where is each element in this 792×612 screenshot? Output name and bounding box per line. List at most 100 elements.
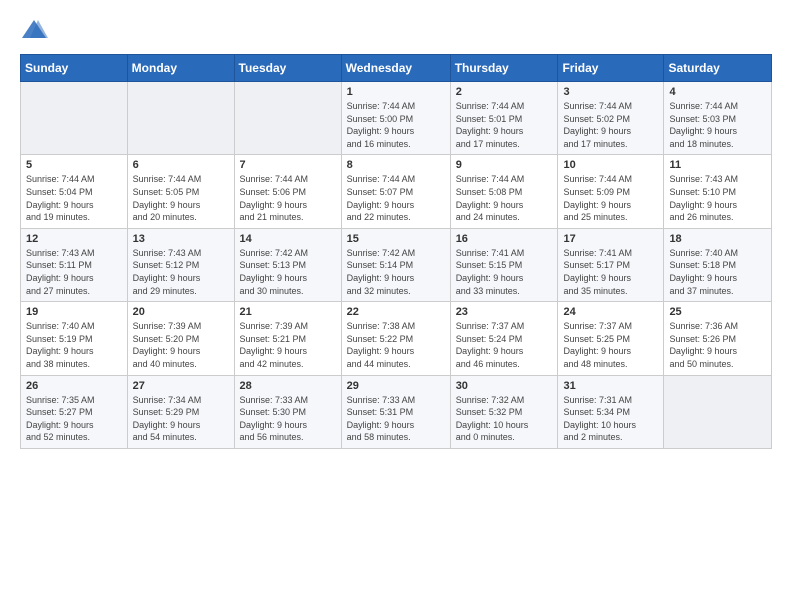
day-number: 23 — [456, 306, 553, 318]
day-number: 8 — [347, 159, 445, 171]
day-number: 13 — [133, 233, 229, 245]
day-number: 14 — [240, 233, 336, 245]
day-info: Sunrise: 7:43 AMSunset: 5:10 PMDaylight:… — [669, 173, 766, 223]
day-info: Sunrise: 7:44 AMSunset: 5:00 PMDaylight:… — [347, 100, 445, 150]
calendar-cell: 5 Sunrise: 7:44 AMSunset: 5:04 PMDaylight… — [21, 155, 128, 228]
day-info: Sunrise: 7:31 AMSunset: 5:34 PMDaylight:… — [563, 394, 658, 444]
day-number: 6 — [133, 159, 229, 171]
day-info: Sunrise: 7:34 AMSunset: 5:29 PMDaylight:… — [133, 394, 229, 444]
calendar-week-row: 5 Sunrise: 7:44 AMSunset: 5:04 PMDaylight… — [21, 155, 772, 228]
day-info: Sunrise: 7:36 AMSunset: 5:26 PMDaylight:… — [669, 320, 766, 370]
day-info: Sunrise: 7:38 AMSunset: 5:22 PMDaylight:… — [347, 320, 445, 370]
day-number: 5 — [26, 159, 122, 171]
calendar-cell: 4Sunrise: 7:44 AMSunset: 5:03 PMDaylight… — [664, 82, 772, 155]
day-number: 11 — [669, 159, 766, 171]
day-number: 16 — [456, 233, 553, 245]
calendar-header-wednesday: Wednesday — [341, 55, 450, 82]
calendar-header-saturday: Saturday — [664, 55, 772, 82]
day-number: 17 — [563, 233, 658, 245]
day-info: Sunrise: 7:42 AMSunset: 5:14 PMDaylight:… — [347, 247, 445, 297]
day-info: Sunrise: 7:37 AMSunset: 5:25 PMDaylight:… — [563, 320, 658, 370]
calendar-cell — [21, 82, 128, 155]
day-info: Sunrise: 7:44 AMSunset: 5:08 PMDaylight:… — [456, 173, 553, 223]
day-number: 26 — [26, 380, 122, 392]
calendar-cell: 15 Sunrise: 7:42 AMSunset: 5:14 PMDayligh… — [341, 228, 450, 301]
day-number: 10 — [563, 159, 658, 171]
day-number: 15 — [347, 233, 445, 245]
calendar-cell: 10 Sunrise: 7:44 AMSunset: 5:09 PMDayligh… — [558, 155, 664, 228]
calendar-week-row: 26 Sunrise: 7:35 AMSunset: 5:27 PMDayligh… — [21, 375, 772, 448]
day-info: Sunrise: 7:41 AMSunset: 5:15 PMDaylight:… — [456, 247, 553, 297]
day-number: 3 — [563, 86, 658, 98]
calendar-cell: 1 Sunrise: 7:44 AMSunset: 5:00 PMDaylight… — [341, 82, 450, 155]
day-number: 9 — [456, 159, 553, 171]
day-number: 27 — [133, 380, 229, 392]
day-number: 24 — [563, 306, 658, 318]
calendar-cell: 29 Sunrise: 7:33 AMSunset: 5:31 PMDayligh… — [341, 375, 450, 448]
calendar-cell: 11 Sunrise: 7:43 AMSunset: 5:10 PMDayligh… — [664, 155, 772, 228]
calendar-week-row: 19Sunrise: 7:40 AMSunset: 5:19 PMDayligh… — [21, 302, 772, 375]
logo-icon — [20, 16, 48, 44]
day-info: Sunrise: 7:33 AMSunset: 5:30 PMDaylight:… — [240, 394, 336, 444]
day-number: 28 — [240, 380, 336, 392]
day-number: 4 — [669, 86, 766, 98]
day-number: 31 — [563, 380, 658, 392]
calendar-cell — [234, 82, 341, 155]
calendar-cell: 19Sunrise: 7:40 AMSunset: 5:19 PMDayligh… — [21, 302, 128, 375]
calendar-cell: 28 Sunrise: 7:33 AMSunset: 5:30 PMDayligh… — [234, 375, 341, 448]
day-number: 30 — [456, 380, 553, 392]
day-info: Sunrise: 7:44 AMSunset: 5:02 PMDaylight:… — [563, 100, 658, 150]
day-number: 21 — [240, 306, 336, 318]
calendar-cell — [664, 375, 772, 448]
calendar-week-row: 12Sunrise: 7:43 AMSunset: 5:11 PMDayligh… — [21, 228, 772, 301]
calendar-header-thursday: Thursday — [450, 55, 558, 82]
page: SundayMondayTuesdayWednesdayThursdayFrid… — [0, 0, 792, 612]
calendar-cell: 20Sunrise: 7:39 AMSunset: 5:20 PMDayligh… — [127, 302, 234, 375]
calendar-cell: 31 Sunrise: 7:31 AMSunset: 5:34 PMDayligh… — [558, 375, 664, 448]
day-number: 25 — [669, 306, 766, 318]
calendar-header-sunday: Sunday — [21, 55, 128, 82]
day-info: Sunrise: 7:44 AMSunset: 5:05 PMDaylight:… — [133, 173, 229, 223]
calendar-cell: 22 Sunrise: 7:38 AMSunset: 5:22 PMDayligh… — [341, 302, 450, 375]
calendar-cell: 9 Sunrise: 7:44 AMSunset: 5:08 PMDaylight… — [450, 155, 558, 228]
day-info: Sunrise: 7:44 AMSunset: 5:01 PMDaylight:… — [456, 100, 553, 150]
calendar-cell: 18 Sunrise: 7:40 AMSunset: 5:18 PMDayligh… — [664, 228, 772, 301]
calendar-cell: 2 Sunrise: 7:44 AMSunset: 5:01 PMDaylight… — [450, 82, 558, 155]
calendar-cell — [127, 82, 234, 155]
calendar-cell: 21 Sunrise: 7:39 AMSunset: 5:21 PMDayligh… — [234, 302, 341, 375]
calendar-table: SundayMondayTuesdayWednesdayThursdayFrid… — [20, 54, 772, 449]
calendar-header-tuesday: Tuesday — [234, 55, 341, 82]
calendar-cell: 24 Sunrise: 7:37 AMSunset: 5:25 PMDayligh… — [558, 302, 664, 375]
calendar-cell: 30 Sunrise: 7:32 AMSunset: 5:32 PMDayligh… — [450, 375, 558, 448]
calendar-cell: 13 Sunrise: 7:43 AMSunset: 5:12 PMDayligh… — [127, 228, 234, 301]
day-info: Sunrise: 7:44 AMSunset: 5:04 PMDaylight:… — [26, 173, 122, 223]
day-number: 18 — [669, 233, 766, 245]
day-number: 22 — [347, 306, 445, 318]
day-info: Sunrise: 7:32 AMSunset: 5:32 PMDaylight:… — [456, 394, 553, 444]
day-info: Sunrise: 7:35 AMSunset: 5:27 PMDaylight:… — [26, 394, 122, 444]
day-info: Sunrise: 7:40 AMSunset: 5:18 PMDaylight:… — [669, 247, 766, 297]
calendar-cell: 16 Sunrise: 7:41 AMSunset: 5:15 PMDayligh… — [450, 228, 558, 301]
calendar-header-row: SundayMondayTuesdayWednesdayThursdayFrid… — [21, 55, 772, 82]
day-info: Sunrise: 7:44 AMSunset: 5:09 PMDaylight:… — [563, 173, 658, 223]
calendar-cell: 27 Sunrise: 7:34 AMSunset: 5:29 PMDayligh… — [127, 375, 234, 448]
day-number: 2 — [456, 86, 553, 98]
calendar-cell: 23 Sunrise: 7:37 AMSunset: 5:24 PMDayligh… — [450, 302, 558, 375]
day-number: 7 — [240, 159, 336, 171]
calendar-week-row: 1 Sunrise: 7:44 AMSunset: 5:00 PMDaylight… — [21, 82, 772, 155]
day-info: Sunrise: 7:40 AMSunset: 5:19 PMDaylight:… — [26, 320, 122, 370]
day-number: 1 — [347, 86, 445, 98]
day-info: Sunrise: 7:37 AMSunset: 5:24 PMDaylight:… — [456, 320, 553, 370]
day-number: 29 — [347, 380, 445, 392]
day-info: Sunrise: 7:43 AMSunset: 5:12 PMDaylight:… — [133, 247, 229, 297]
day-number: 20 — [133, 306, 229, 318]
calendar-cell: 12Sunrise: 7:43 AMSunset: 5:11 PMDayligh… — [21, 228, 128, 301]
calendar-cell: 3 Sunrise: 7:44 AMSunset: 5:02 PMDaylight… — [558, 82, 664, 155]
calendar-cell: 17Sunrise: 7:41 AMSunset: 5:17 PMDayligh… — [558, 228, 664, 301]
day-info: Sunrise: 7:39 AMSunset: 5:21 PMDaylight:… — [240, 320, 336, 370]
calendar-cell: 8Sunrise: 7:44 AMSunset: 5:07 PMDaylight… — [341, 155, 450, 228]
day-info: Sunrise: 7:33 AMSunset: 5:31 PMDaylight:… — [347, 394, 445, 444]
calendar-cell: 14Sunrise: 7:42 AMSunset: 5:13 PMDayligh… — [234, 228, 341, 301]
day-info: Sunrise: 7:43 AMSunset: 5:11 PMDaylight:… — [26, 247, 122, 297]
calendar-cell: 7Sunrise: 7:44 AMSunset: 5:06 PMDaylight… — [234, 155, 341, 228]
